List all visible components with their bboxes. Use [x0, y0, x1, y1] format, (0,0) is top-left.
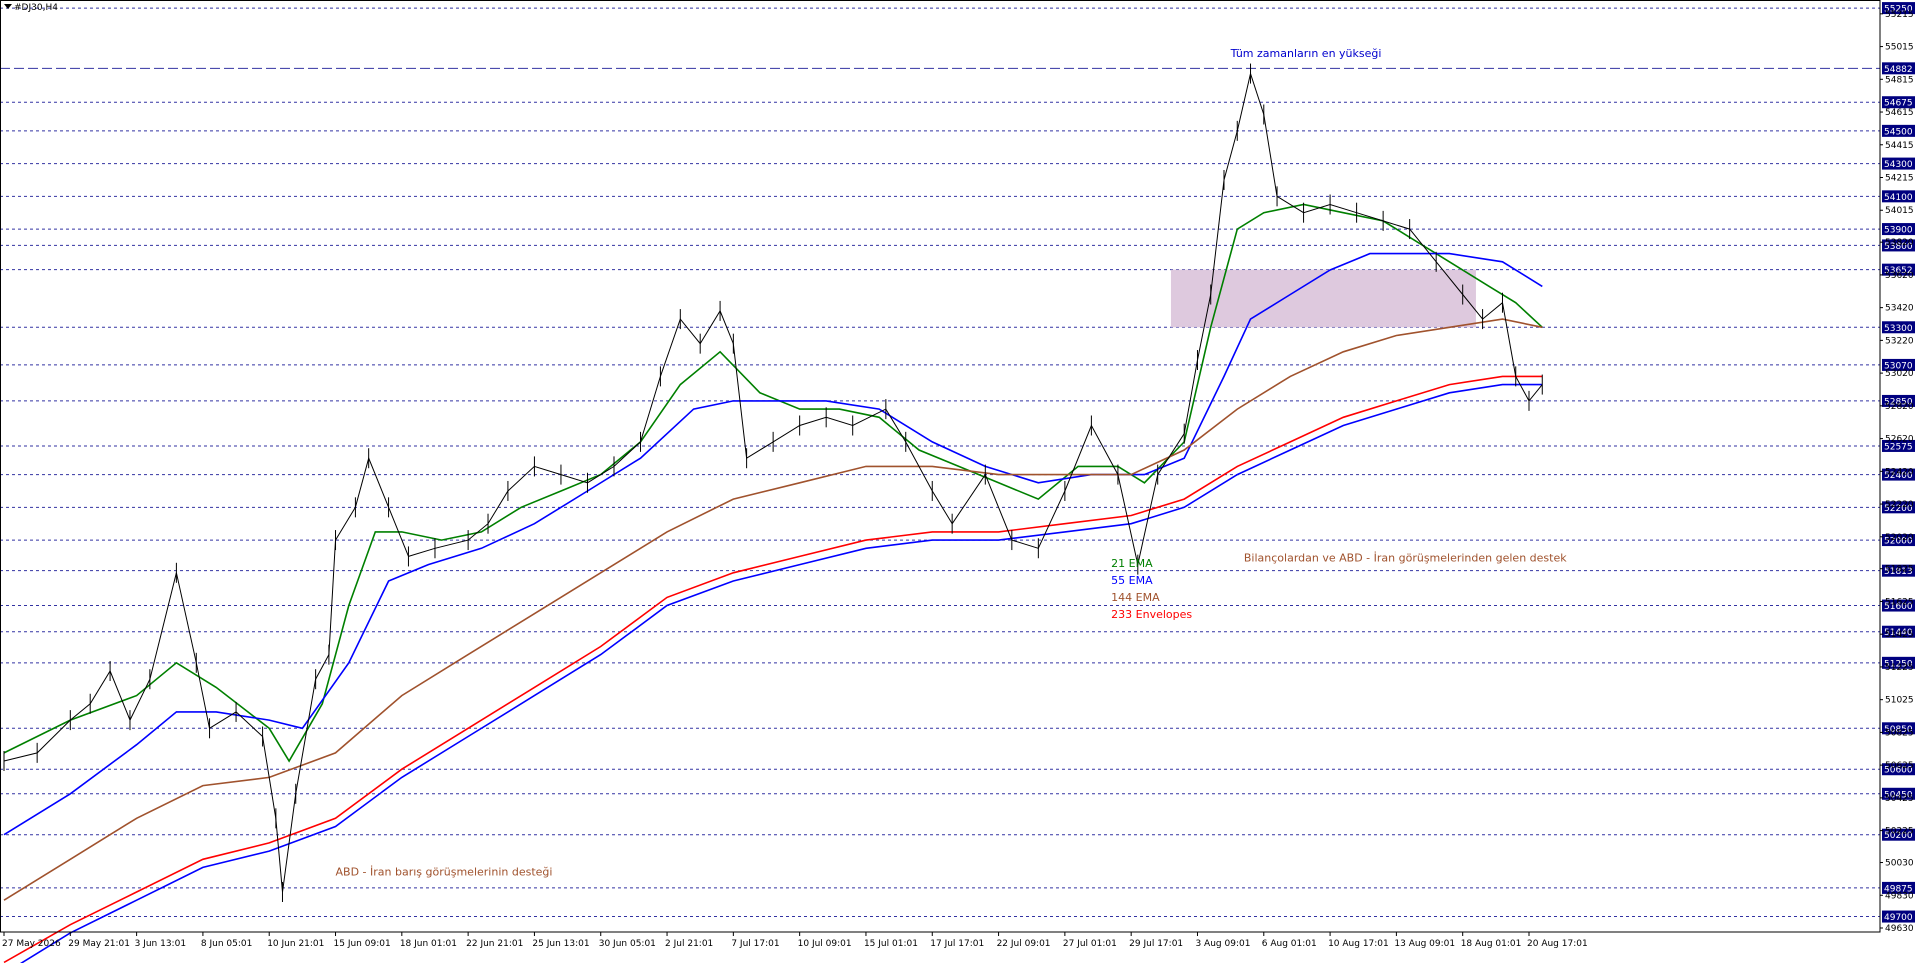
y-tick-label: 49630: [1885, 924, 1914, 934]
y-tick-label: 50425: [1885, 794, 1914, 804]
y-tick-label: 49830: [1885, 891, 1914, 901]
x-tick-label: 2 Jul 21:01: [665, 939, 713, 949]
x-tick-label: 10 Jul 09:01: [798, 939, 852, 949]
price-path: [3, 63, 1543, 902]
level-label: 54300: [1884, 160, 1913, 170]
y-tick-label: 51825: [1885, 565, 1914, 575]
y-tick-label: 51625: [1885, 597, 1914, 607]
annotation-text: Bilançolardan ve ABD - İran görüşmelerin…: [1244, 551, 1567, 564]
y-tick-label: 54415: [1885, 141, 1914, 151]
y-tick-label: 50225: [1885, 827, 1914, 837]
series-line-4: [19, 383, 1543, 963]
chart-window[interactable]: Tüm zamanların en yükseği Bilançolardan v…: [0, 0, 1916, 963]
level-label: 54882: [1884, 65, 1913, 75]
x-tick-label: 6 Aug 01:01: [1262, 939, 1317, 949]
y-tick-label: 52220: [1885, 500, 1914, 510]
y-tick-label: 53420: [1885, 304, 1914, 314]
x-tick-label: 20 Aug 17:01: [1527, 939, 1588, 949]
y-tick-label: 54615: [1885, 108, 1914, 118]
chart-menu-icon[interactable]: [4, 4, 12, 9]
y-tick-label: 53820: [1885, 238, 1914, 248]
y-tick-label: 51025: [1885, 696, 1914, 706]
legend-entry: 233 Envelopes: [1111, 608, 1192, 621]
y-tick-label: 52420: [1885, 467, 1914, 477]
x-tick-label: 29 Jul 17:01: [1129, 939, 1183, 949]
y-tick-label: 50030: [1885, 859, 1914, 869]
x-tick-label: 29 May 21:01: [68, 939, 130, 949]
y-tick-label: 51425: [1885, 630, 1914, 640]
legend-entry: 21 EMA: [1111, 557, 1153, 570]
x-tick-label: 10 Aug 17:01: [1328, 939, 1389, 949]
y-tick-label: 52020: [1885, 533, 1914, 543]
annotation-text: ABD - İran barış görüşmelerinin desteği: [336, 866, 553, 879]
x-tick-label: 22 Jul 09:01: [997, 939, 1051, 949]
series-line-3: [3, 375, 1543, 963]
x-tick-label: 15 Jun 09:01: [334, 939, 391, 949]
symbol-label: #DJ30,H4: [14, 3, 58, 13]
level-label: 53900: [1884, 226, 1913, 236]
y-tick-label: 53220: [1885, 336, 1914, 346]
x-tick-label: 3 Aug 09:01: [1195, 939, 1250, 949]
y-tick-label: 53620: [1885, 271, 1914, 281]
y-tick-label: 54015: [1885, 206, 1914, 216]
x-tick-label: 30 Jun 05:01: [599, 939, 656, 949]
price-chart[interactable]: Tüm zamanların en yükseği Bilançolardan v…: [0, 0, 1916, 963]
series-line-1: [3, 252, 1543, 836]
series-line-2: [3, 318, 1543, 901]
y-tick-label: 55015: [1885, 43, 1914, 53]
y-tick-label: 52620: [1885, 435, 1914, 445]
x-tick-label: 25 Jun 13:01: [532, 939, 589, 949]
x-tick-label: 27 Jul 01:01: [1063, 939, 1117, 949]
annotation-text: Tüm zamanların en yükseği: [1230, 47, 1382, 60]
y-tick-label: 54815: [1885, 75, 1914, 85]
x-tick-label: 10 Jun 21:01: [267, 939, 324, 949]
horizontal-levels: [0, 7, 1880, 918]
y-tick-label: 53020: [1885, 369, 1914, 379]
x-tick-label: 15 Jul 01:01: [864, 939, 918, 949]
y-tick-label: 50625: [1885, 761, 1914, 771]
x-tick-label: 17 Jul 17:01: [930, 939, 984, 949]
x-tick-label: 8 Jun 05:01: [201, 939, 252, 949]
legend-entry: 55 EMA: [1111, 574, 1153, 587]
x-tick-label: 18 Aug 01:01: [1461, 939, 1522, 949]
level-label: 54500: [1884, 127, 1913, 137]
x-tick-label: 3 Jun 13:01: [135, 939, 186, 949]
x-tick-label: 18 Jun 01:01: [400, 939, 457, 949]
resistance-zone: [1170, 269, 1476, 328]
x-tick-label: 22 Jun 21:01: [466, 939, 523, 949]
level-label: 54100: [1884, 193, 1913, 203]
legend-entry: 144 EMA: [1111, 591, 1160, 604]
x-tick-label: 13 Aug 09:01: [1394, 939, 1455, 949]
y-tick-label: 55215: [1885, 10, 1914, 20]
y-tick-label: 54215: [1885, 174, 1914, 184]
level-label: 49700: [1884, 913, 1913, 923]
plot-frame: [0, 0, 1881, 933]
y-tick-label: 51225: [1885, 663, 1914, 673]
resistance-zone-layer: [1170, 269, 1476, 328]
y-tick-label: 52820: [1885, 402, 1914, 412]
level-label: 53300: [1884, 324, 1913, 334]
x-tick-label: 27 May 2026: [2, 939, 61, 949]
x-tick-label: 7 Jul 17:01: [731, 939, 779, 949]
y-tick-label: 50825: [1885, 728, 1914, 738]
